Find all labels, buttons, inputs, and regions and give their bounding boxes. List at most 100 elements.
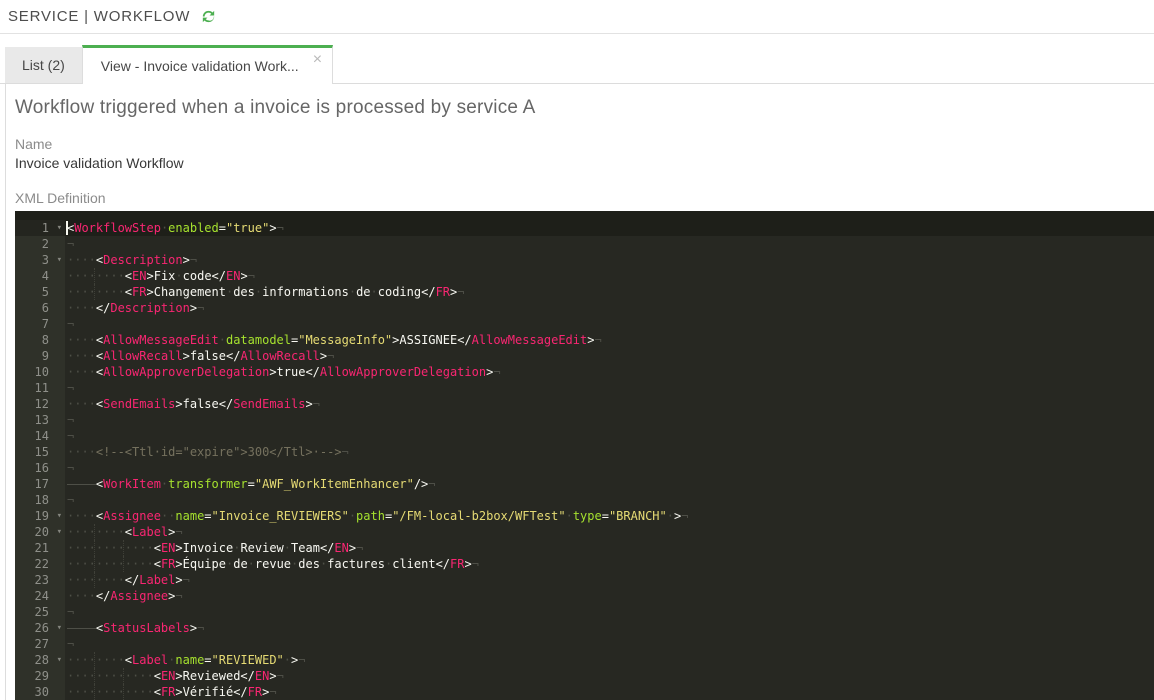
line-number[interactable]: 28▾	[15, 652, 65, 668]
editor-line[interactable]: 20▾········<Label>¬	[15, 524, 1154, 540]
line-number[interactable]: 27	[15, 636, 65, 652]
code-line[interactable]: ············<FR>Équipe·de·revue·des·fact…	[65, 556, 1154, 572]
line-number[interactable]: 24	[15, 588, 65, 604]
fold-arrow-icon[interactable]: ▾	[57, 524, 62, 540]
editor-line[interactable]: 3▾····<Description>¬	[15, 252, 1154, 268]
editor-line[interactable]: 24····</Assignee>¬	[15, 588, 1154, 604]
code-line[interactable]: ········</Label>¬	[65, 572, 1154, 588]
code-line[interactable]: ¬	[65, 428, 1154, 444]
line-number[interactable]: 22	[15, 556, 65, 572]
code-line[interactable]: ····<AllowMessageEdit·datamodel="Message…	[65, 332, 1154, 348]
line-number[interactable]: 21	[15, 540, 65, 556]
editor-line[interactable]: 5········<FR>Changement·des·informations…	[15, 284, 1154, 300]
close-tab-icon[interactable]: ×	[313, 54, 322, 66]
editor-line[interactable]: 4········<EN>Fix·code</EN>¬	[15, 268, 1154, 284]
code-line[interactable]: ········<Label>¬	[65, 524, 1154, 540]
line-number[interactable]: 13	[15, 412, 65, 428]
code-line[interactable]: ············<FR>Vérifié</FR>¬	[65, 684, 1154, 700]
editor-line[interactable]: 6····</Description>¬	[15, 300, 1154, 316]
editor-line[interactable]: 1▾<WorkflowStep·enabled="true">¬	[15, 220, 1154, 236]
editor-line[interactable]: 19▾····<Assignee··name="Invoice_REVIEWER…	[15, 508, 1154, 524]
editor-line[interactable]: 17<WorkItem·transformer="AWF_WorkItemEnh…	[15, 476, 1154, 492]
code-line[interactable]: ¬	[65, 316, 1154, 332]
code-line[interactable]: <WorkItem·transformer="AWF_WorkItemEnhan…	[65, 476, 1154, 492]
line-number[interactable]: 11	[15, 380, 65, 396]
line-number[interactable]: 1▾	[15, 220, 65, 236]
editor-line[interactable]: 14¬	[15, 428, 1154, 444]
editor-line[interactable]: 29············<EN>Reviewed</EN>¬	[15, 668, 1154, 684]
fold-arrow-icon[interactable]: ▾	[57, 220, 62, 236]
line-number[interactable]: 18	[15, 492, 65, 508]
editor-line[interactable]: 28▾········<Label·name="REVIEWED"·>¬	[15, 652, 1154, 668]
editor-line[interactable]: 12····<SendEmails>false</SendEmails>¬	[15, 396, 1154, 412]
fold-arrow-icon[interactable]: ▾	[57, 652, 62, 668]
code-line[interactable]: ········<Label·name="REVIEWED"·>¬	[65, 652, 1154, 668]
line-number[interactable]: 4	[15, 268, 65, 284]
code-line[interactable]: ····<Description>¬	[65, 252, 1154, 268]
line-number[interactable]: 3▾	[15, 252, 65, 268]
line-number[interactable]: 26▾	[15, 620, 65, 636]
code-line[interactable]: ····<!--<Ttl·id="expire">300</Ttl>·-->¬	[65, 444, 1154, 460]
code-line[interactable]: ¬	[65, 492, 1154, 508]
editor-line[interactable]: 16¬	[15, 460, 1154, 476]
code-line[interactable]: ····<SendEmails>false</SendEmails>¬	[65, 396, 1154, 412]
editor-line[interactable]: 10····<AllowApproverDelegation>true</All…	[15, 364, 1154, 380]
editor-line[interactable]: 25¬	[15, 604, 1154, 620]
editor-line[interactable]: 15····<!--<Ttl·id="expire">300</Ttl>·-->…	[15, 444, 1154, 460]
line-number[interactable]: 23	[15, 572, 65, 588]
line-number[interactable]: 20▾	[15, 524, 65, 540]
code-line[interactable]: ····<AllowRecall>false</AllowRecall>¬	[65, 348, 1154, 364]
editor-line[interactable]: 9····<AllowRecall>false</AllowRecall>¬	[15, 348, 1154, 364]
code-line[interactable]: ¬	[65, 380, 1154, 396]
line-number[interactable]: 9	[15, 348, 65, 364]
line-number[interactable]: 14	[15, 428, 65, 444]
editor-line[interactable]: 7¬	[15, 316, 1154, 332]
code-line[interactable]: ········<EN>Fix·code</EN>¬	[65, 268, 1154, 284]
line-number[interactable]: 19▾	[15, 508, 65, 524]
line-number[interactable]: 7	[15, 316, 65, 332]
editor-line[interactable]: 13¬	[15, 412, 1154, 428]
editor-line[interactable]: 26▾<StatusLabels>¬	[15, 620, 1154, 636]
code-line[interactable]: ¬	[65, 604, 1154, 620]
line-number[interactable]: 2	[15, 236, 65, 252]
tab-view-invoice-workflow[interactable]: View - Invoice validation Work... ×	[82, 45, 333, 84]
editor-line[interactable]: 18¬	[15, 492, 1154, 508]
code-line[interactable]: ············<EN>Invoice·Review·Team</EN>…	[65, 540, 1154, 556]
code-line[interactable]: ¬	[65, 412, 1154, 428]
editor-line[interactable]: 22············<FR>Équipe·de·revue·des·fa…	[15, 556, 1154, 572]
line-number[interactable]: 12	[15, 396, 65, 412]
editor-line[interactable]: 8····<AllowMessageEdit·datamodel="Messag…	[15, 332, 1154, 348]
editor-line[interactable]: 30············<FR>Vérifié</FR>¬	[15, 684, 1154, 700]
tab-list[interactable]: List (2)	[5, 47, 82, 83]
line-number[interactable]: 8	[15, 332, 65, 348]
line-number[interactable]: 17	[15, 476, 65, 492]
fold-arrow-icon[interactable]: ▾	[57, 508, 62, 524]
fold-arrow-icon[interactable]: ▾	[57, 620, 62, 636]
editor-line[interactable]: 27¬	[15, 636, 1154, 652]
editor-line[interactable]: 21············<EN>Invoice·Review·Team</E…	[15, 540, 1154, 556]
code-line[interactable]: ¬	[65, 460, 1154, 476]
fold-arrow-icon[interactable]: ▾	[57, 252, 62, 268]
line-number[interactable]: 25	[15, 604, 65, 620]
line-number[interactable]: 16	[15, 460, 65, 476]
code-line[interactable]: ········<FR>Changement·des·informations·…	[65, 284, 1154, 300]
line-number[interactable]: 10	[15, 364, 65, 380]
code-line[interactable]: ····<AllowApproverDelegation>true</Allow…	[65, 364, 1154, 380]
editor-line[interactable]: 23········</Label>¬	[15, 572, 1154, 588]
code-line[interactable]: <StatusLabels>¬	[65, 620, 1154, 636]
code-line[interactable]: ¬	[65, 236, 1154, 252]
refresh-icon[interactable]	[200, 8, 217, 25]
code-line[interactable]: ····<Assignee··name="Invoice_REVIEWERS"·…	[65, 508, 1154, 524]
line-number[interactable]: 29	[15, 668, 65, 684]
code-line[interactable]: ····</Description>¬	[65, 300, 1154, 316]
code-line[interactable]: ····</Assignee>¬	[65, 588, 1154, 604]
editor-line[interactable]: 2¬	[15, 236, 1154, 252]
code-line[interactable]: <WorkflowStep·enabled="true">¬	[65, 220, 1154, 236]
line-number[interactable]: 6	[15, 300, 65, 316]
code-line[interactable]: ············<EN>Reviewed</EN>¬	[65, 668, 1154, 684]
line-number[interactable]: 5	[15, 284, 65, 300]
line-number[interactable]: 30	[15, 684, 65, 700]
xml-code-editor[interactable]: 1▾<WorkflowStep·enabled="true">¬2¬3▾····…	[15, 211, 1154, 700]
code-line[interactable]: ¬	[65, 636, 1154, 652]
editor-line[interactable]: 11¬	[15, 380, 1154, 396]
